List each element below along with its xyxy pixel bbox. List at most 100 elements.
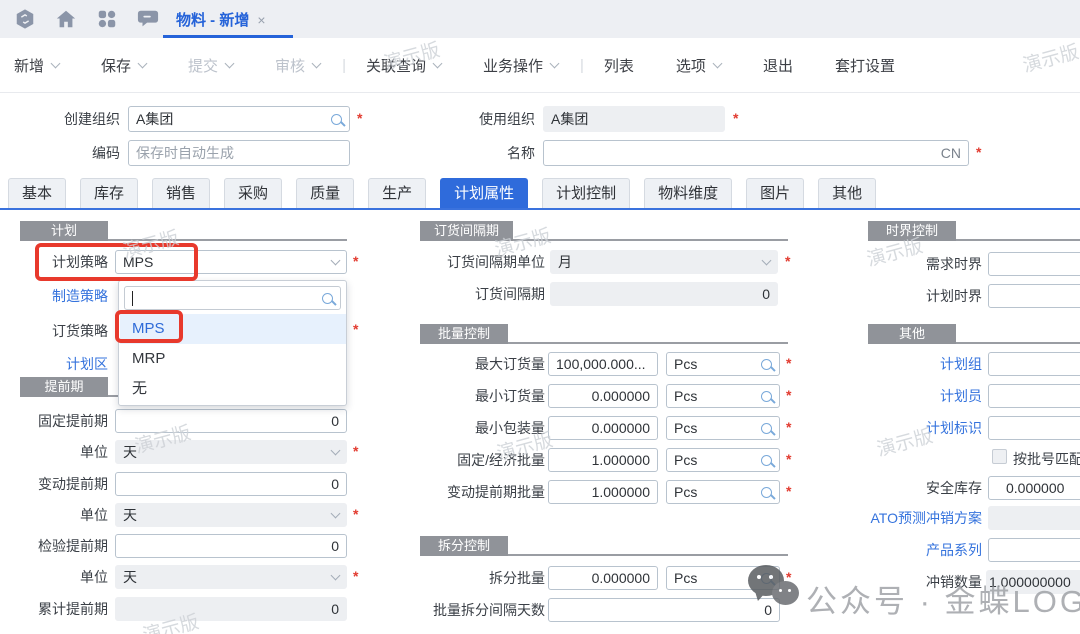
search-icon[interactable] (761, 455, 772, 466)
search-icon[interactable] (331, 114, 342, 125)
safety-stock-input[interactable]: 0.000000 (988, 476, 1080, 500)
tab-other[interactable]: 其他 (818, 178, 876, 208)
chevron-down-icon (331, 509, 341, 519)
exit-button[interactable]: 退出 (763, 55, 793, 76)
submit-button[interactable]: 提交 (188, 55, 233, 76)
product-series-input[interactable] (988, 538, 1080, 562)
dropdown-option-mps[interactable]: MPS (120, 314, 346, 344)
related-query-button[interactable]: 关联查询 (366, 55, 441, 76)
cum-leadtime-label: 累计提前期 (14, 596, 108, 622)
fixed-leadtime-input[interactable]: 0 (115, 409, 347, 433)
inspect-leadtime-input[interactable]: 0 (115, 534, 347, 558)
plan-fence-input[interactable] (988, 284, 1080, 308)
close-tab-icon[interactable]: × (257, 12, 265, 28)
section-order-interval: 订货间隔期 (420, 221, 788, 241)
detail-tabstrip: 基本 库存 销售 采购 质量 生产 计划属性 计划控制 物料维度 图片 其他 (0, 178, 1080, 210)
tab-quality[interactable]: 质量 (296, 178, 354, 208)
audit-button[interactable]: 审核 (275, 55, 320, 76)
required-asterisk: * (357, 110, 362, 126)
message-icon[interactable] (137, 8, 159, 30)
document-tab[interactable]: 物料 - 新增 × (176, 9, 266, 30)
name-input[interactable]: CN (543, 140, 969, 166)
batch-match-checkbox[interactable] (992, 449, 1007, 464)
plan-group-label[interactable]: 计划组 (840, 351, 982, 377)
tab-production[interactable]: 生产 (368, 178, 426, 208)
min-pack-qty-unit-combo[interactable]: Pcs (666, 416, 780, 440)
split-interval-days-input[interactable]: 0 (548, 598, 780, 622)
tab-basic[interactable]: 基本 (8, 178, 66, 208)
code-label: 编码 (30, 140, 120, 166)
tab-sales[interactable]: 销售 (152, 178, 210, 208)
apps-grid-icon[interactable] (96, 8, 118, 30)
tab-picture[interactable]: 图片 (746, 178, 804, 208)
required-asterisk: * (353, 253, 358, 269)
min-order-qty-unit-combo[interactable]: Pcs (666, 384, 780, 408)
tab-inventory[interactable]: 库存 (80, 178, 138, 208)
chevron-down-icon (331, 571, 341, 581)
chevron-down-icon (138, 58, 148, 68)
list-button[interactable]: 列表 (604, 55, 634, 76)
tab-purchase[interactable]: 采购 (224, 178, 282, 208)
unit-label: 单位 (14, 564, 108, 590)
planner-label[interactable]: 计划员 (840, 383, 982, 409)
tab-plan-control[interactable]: 计划控制 (542, 178, 630, 208)
var-leadtime-batch-unit-combo[interactable]: Pcs (666, 480, 780, 504)
create-org-input[interactable]: A集团 (128, 106, 350, 132)
max-order-qty-input[interactable]: 100,000.000... (548, 352, 658, 376)
fixed-leadtime-label: 固定提前期 (14, 408, 108, 434)
fixed-leadtime-unit-combo: 天 (115, 440, 347, 464)
ato-offset-plan-label[interactable]: ATO预测冲销方案 (840, 505, 982, 531)
var-leadtime-input[interactable]: 0 (115, 472, 347, 496)
dropdown-option-none[interactable]: 无 (120, 374, 346, 404)
search-icon[interactable] (761, 391, 772, 402)
search-icon[interactable] (761, 359, 772, 370)
dropdown-search-input[interactable] (124, 286, 341, 310)
min-order-qty-input[interactable]: 0.000000 (548, 384, 658, 408)
mfg-strategy-label[interactable]: 制造策略 (14, 283, 108, 309)
print-setting-button[interactable]: 套打设置 (835, 55, 895, 76)
required-asterisk: * (353, 321, 358, 337)
planner-input[interactable] (988, 384, 1080, 408)
interval-period-label: 订货间隔期 (405, 281, 545, 307)
options-button[interactable]: 选项 (676, 55, 721, 76)
tab-material-dimension[interactable]: 物料维度 (644, 178, 732, 208)
tab-plan-attributes[interactable]: 计划属性 (440, 178, 528, 208)
section-split-control: 拆分控制 (420, 536, 788, 556)
offset-qty-label: 冲销数量 (840, 569, 982, 595)
ato-offset-plan-input (988, 506, 1080, 530)
document-tab-title: 物料 - 新增 (176, 12, 249, 29)
plan-group-input[interactable] (988, 352, 1080, 376)
plan-area-label[interactable]: 计划区 (14, 351, 108, 377)
search-icon[interactable] (761, 487, 772, 498)
min-pack-qty-label: 最小包装量 (405, 415, 545, 441)
min-order-qty-label: 最小订货量 (405, 383, 545, 409)
plan-mark-input[interactable] (988, 416, 1080, 440)
split-interval-days-label: 批量拆分间隔天数 (405, 597, 545, 623)
home-icon[interactable] (55, 8, 77, 30)
app-logo-icon[interactable] (14, 8, 36, 30)
use-org-input: A集团 (543, 106, 725, 132)
chevron-down-icon (331, 446, 341, 456)
cum-leadtime-input: 0 (115, 597, 347, 621)
chevron-down-icon (312, 58, 322, 68)
unit-label: 单位 (14, 439, 108, 465)
fixed-economic-batch-input[interactable]: 1.000000 (548, 448, 658, 472)
min-pack-qty-input[interactable]: 0.000000 (548, 416, 658, 440)
var-leadtime-batch-input[interactable]: 1.000000 (548, 480, 658, 504)
fixed-economic-batch-unit-combo[interactable]: Pcs (666, 448, 780, 472)
search-icon[interactable] (761, 423, 772, 434)
unit-label: 单位 (14, 502, 108, 528)
max-order-qty-unit-combo[interactable]: Pcs (666, 352, 780, 376)
new-button[interactable]: 新增 (14, 55, 59, 76)
business-ops-button[interactable]: 业务操作 (483, 55, 558, 76)
fixed-economic-batch-label: 固定/经济批量 (405, 447, 545, 473)
demand-fence-input[interactable] (988, 252, 1080, 276)
product-series-label[interactable]: 产品系列 (840, 537, 982, 563)
split-batch-input[interactable]: 0.000000 (548, 566, 658, 590)
plan-mark-label[interactable]: 计划标识 (840, 415, 982, 441)
code-input[interactable]: 保存时自动生成 (128, 140, 350, 166)
plan-fence-label: 计划时界 (840, 283, 982, 309)
plan-strategy-combo[interactable]: MPS (115, 250, 347, 274)
dropdown-option-mrp[interactable]: MRP (120, 344, 346, 374)
save-button[interactable]: 保存 (101, 55, 146, 76)
